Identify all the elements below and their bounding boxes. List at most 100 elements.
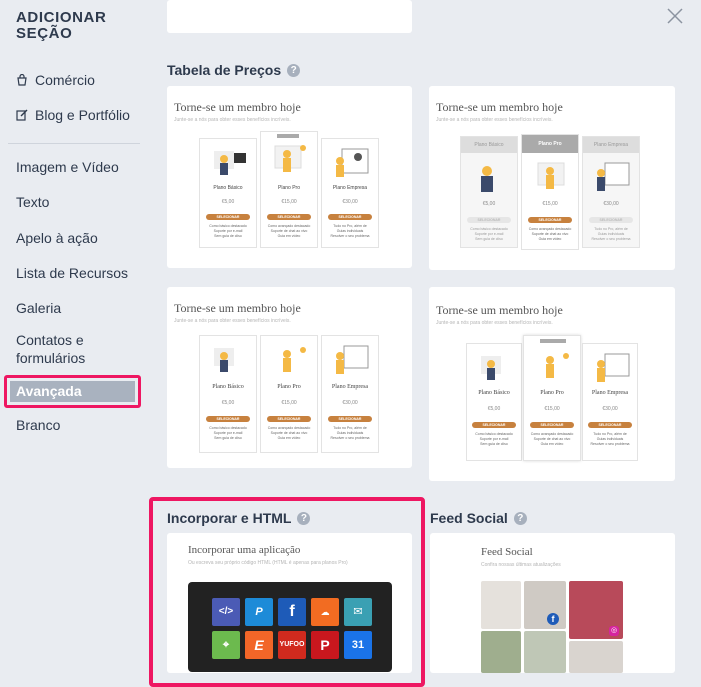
plan-basic: Plano Básico €5,00 SELECIONAR Como básic… [199, 138, 257, 248]
plan-price: €15,00 [281, 199, 297, 205]
plan-pro: Plano Pro €15,00 SELECIONAR Como avançad… [523, 335, 581, 461]
sidebar-item-call-to-action[interactable]: Apelo à ação [16, 230, 98, 246]
pricing-template-4[interactable]: Torne-se um membro hoje Junte-se a nós p… [429, 287, 675, 481]
social-section-heading: Feed Social ? [430, 510, 527, 526]
illustration-icon [597, 353, 630, 382]
help-icon[interactable]: ? [513, 511, 527, 525]
select-button: SELECIONAR [466, 217, 512, 223]
plan-price: €15,00 [542, 201, 558, 207]
shopping-bag-icon [17, 74, 27, 86]
illustration-icon [546, 353, 569, 378]
plan-name: Plano Básico [212, 384, 244, 390]
sidebar-item-label: formulários [16, 350, 86, 366]
sidebar-item-label: Contatos e [16, 332, 84, 348]
sidebar-item-label: Comércio [35, 72, 95, 88]
pricing-template-1[interactable]: Torne-se um membro hoje Junte-se a nós p… [167, 86, 412, 268]
sidebar-item-image-video[interactable]: Imagem e Vídeo [16, 159, 119, 175]
plan-pro: Plano Pro €15,00 SELECIONAR Como avançad… [260, 131, 318, 248]
plan-price: €5,00 [487, 406, 501, 412]
plan-features: Como avançado destacado Suporte de chat a… [530, 432, 574, 446]
plan-features: Como básico destacado Suporte por e-mail S… [209, 224, 247, 238]
popular-badge [277, 134, 299, 138]
select-button: SELECIONAR [205, 214, 251, 220]
card-subtitle: Junte-se a nós para obter esses benefíci… [436, 117, 553, 123]
plan-features: Como avançado destacado Suporte de chat a… [528, 227, 572, 241]
illustration-icon [283, 347, 306, 372]
plan-name: Plano Empresa [583, 137, 639, 153]
facebook-icon: f [547, 613, 559, 625]
plan-name: Plano Empresa [591, 390, 629, 396]
plan-name: Plano Empresa [332, 185, 368, 191]
plan-enterprise: Plano Empresa €30,00 SELECIONAR Tudo no … [582, 136, 640, 248]
illustration-icon [537, 162, 565, 189]
plan-pro: Plano Pro €15,00 SELECIONAR Como avançad… [521, 134, 579, 250]
plan-price: €30,00 [603, 201, 619, 207]
edit-icon [16, 109, 28, 121]
illustration-icon [597, 162, 630, 191]
sidebar-item-blog[interactable]: Blog e Portfólio [16, 107, 130, 123]
social-feed-template[interactable]: Feed Social Confira nossas últimas atual… [430, 533, 675, 673]
sidebar-item-label: Blog e Portfólio [35, 107, 130, 123]
sidebar-item-commerce[interactable]: Comércio [16, 72, 95, 88]
sidebar-item-label: Texto [16, 194, 50, 210]
sidebar-title-line1: ADICIONAR [16, 9, 107, 26]
plan-features: Como básico destacado Suporte por e-mail S… [209, 426, 247, 440]
sidebar-item-features-list[interactable]: Lista de Recursos [16, 265, 128, 281]
plan-features: Como avançado destacado Suporte de chat a… [267, 426, 311, 440]
card-subtitle: Junte-se a nós para obter esses benefíci… [174, 117, 291, 123]
sidebar-item-label: Imagem e Vídeo [16, 159, 119, 175]
plan-name: Plano Básico [461, 137, 517, 153]
card-title: Torne-se um membro hoje [174, 100, 301, 114]
feed-photo [524, 631, 566, 673]
select-button: SELECIONAR [588, 217, 634, 223]
plan-price: €30,00 [342, 199, 358, 205]
plan-basic: Plano Básico €5,00 SELECIONAR Como básic… [199, 335, 257, 453]
card-title: Feed Social [481, 546, 533, 558]
sidebar-title-line2: SEÇÃO [16, 25, 73, 42]
plan-name: Plano Pro [277, 384, 301, 390]
help-icon[interactable]: ? [287, 63, 301, 77]
plan-features: Tudo no Pro, além de Guias individuais Res… [591, 227, 631, 241]
feed-photo [481, 631, 521, 673]
plan-enterprise: Plano Empresa €30,00 SELECIONAR Tudo no … [321, 335, 379, 453]
illustration-icon [274, 145, 306, 172]
select-button: SELECIONAR [266, 416, 312, 422]
card-title: Torne-se um membro hoje [436, 100, 563, 114]
plan-name: Plano Básico [213, 185, 243, 191]
pricing-template-2[interactable]: Torne-se um membro hoje Junte-se a nós p… [429, 86, 675, 270]
plan-features: Tudo no Pro, além de Guias individuais Res… [590, 432, 630, 446]
plan-pro: Plano Pro €15,00 SELECIONAR Como avançad… [260, 335, 318, 453]
illustration-icon [481, 166, 493, 192]
sidebar-item-advanced[interactable]: Avançada [4, 375, 141, 408]
previous-section-card[interactable] [167, 0, 412, 33]
plan-price: €5,00 [482, 201, 496, 207]
plan-price: €5,00 [221, 400, 235, 406]
section-title: Feed Social [430, 510, 508, 526]
card-subtitle: Confira nossas últimas atualizações [481, 562, 561, 568]
sidebar-title: ADICIONAR SEÇÃO [16, 10, 136, 42]
sidebar-item-gallery[interactable]: Galeria [16, 300, 61, 316]
pricing-template-3[interactable]: Torne-se um membro hoje Junte-se a nós p… [167, 287, 412, 468]
sidebar-item-contacts[interactable]: Contatos e formulários [16, 332, 85, 366]
plan-price: €30,00 [342, 400, 358, 406]
sidebar-item-text[interactable]: Texto [16, 194, 49, 210]
sidebar-divider [8, 143, 140, 144]
plan-features: Como avançado destacado Suporte de chat a… [267, 224, 311, 238]
select-button: SELECIONAR [266, 214, 312, 220]
instagram-icon: ◎ [609, 626, 619, 636]
plan-enterprise: Plano Empresa €30,00 SELECIONAR Tudo no … [582, 343, 638, 461]
sidebar-item-label: Apelo à ação [16, 230, 98, 246]
sidebar-item-label: Branco [16, 417, 61, 433]
embed-highlight [149, 497, 425, 687]
plan-price: €30,00 [602, 406, 618, 412]
close-icon[interactable] [665, 6, 685, 26]
plan-features: Como básico destacado Suporte por e-mail S… [470, 227, 508, 241]
plan-name: Plano Empresa [331, 384, 369, 390]
select-button: SELECIONAR [529, 422, 575, 428]
card-subtitle: Junte-se a nós para obter esses benefíci… [174, 318, 291, 324]
plan-basic: Plano Básico €5,00 SELECIONAR Como básic… [460, 136, 518, 248]
sidebar-item-blank[interactable]: Branco [16, 417, 60, 433]
sidebar-item-label: Avançada [10, 381, 135, 402]
illustration-icon [214, 348, 234, 372]
card-subtitle: Junte-se a nós para obter esses benefíci… [436, 320, 553, 326]
